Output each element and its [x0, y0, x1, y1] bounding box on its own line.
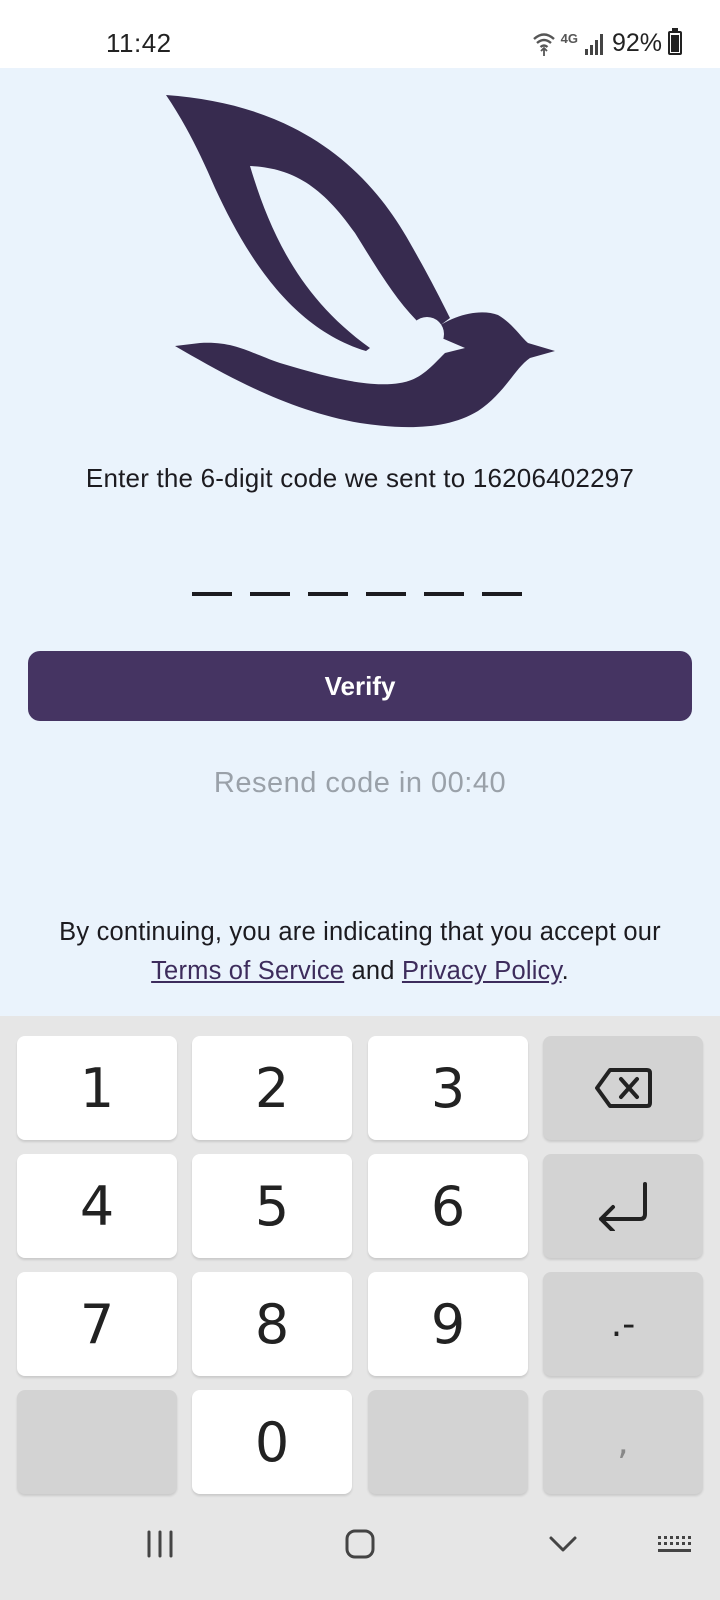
verify-button-label: Verify — [324, 670, 396, 701]
code-slot[interactable] — [366, 592, 406, 596]
code-input[interactable] — [192, 592, 522, 596]
signal-icon — [584, 34, 603, 55]
wifi-icon — [532, 33, 555, 56]
code-slot[interactable] — [424, 592, 464, 596]
navigation-bar — [0, 1494, 720, 1600]
blank-key-right — [368, 1390, 528, 1494]
back-button[interactable] — [543, 1524, 583, 1564]
dot-dash-key[interactable]: .- — [543, 1272, 703, 1376]
back-icon — [549, 1536, 577, 1552]
key-3[interactable]: 3 — [368, 1036, 528, 1140]
privacy-policy-link[interactable]: Privacy Policy — [402, 957, 562, 985]
key-7[interactable]: 7 — [17, 1272, 177, 1376]
key-0[interactable]: 0 — [192, 1390, 352, 1494]
recent-apps-icon — [147, 1530, 173, 1558]
home-button[interactable] — [340, 1524, 380, 1564]
home-icon — [345, 1529, 375, 1559]
status-time: 11:42 — [106, 28, 172, 58]
code-instruction: Enter the 6-digit code we sent to 162064… — [85, 463, 635, 493]
comma-key-label: , — [617, 1421, 629, 1463]
key-6[interactable]: 6 — [368, 1154, 528, 1258]
key-2[interactable]: 2 — [192, 1036, 352, 1140]
resend-code-countdown: Resend code in 00:40 — [213, 767, 507, 799]
code-slot[interactable] — [308, 592, 348, 596]
status-bar: 11:42 4G 92% — [0, 0, 720, 68]
key-4[interactable]: 4 — [17, 1154, 177, 1258]
code-slot[interactable] — [250, 592, 290, 596]
battery-level — [671, 35, 679, 52]
key-9[interactable]: 9 — [368, 1272, 528, 1376]
legal-suffix: . — [561, 957, 569, 985]
key-5[interactable]: 5 — [192, 1154, 352, 1258]
blank-key-left — [17, 1390, 177, 1494]
verify-button[interactable]: Verify — [28, 651, 692, 721]
battery-percent: 92% — [611, 28, 662, 57]
legal-prefix: By continuing, you are indicating that y… — [59, 918, 661, 946]
recent-apps-button[interactable] — [140, 1524, 180, 1564]
keyboard-switch-button[interactable] — [654, 1524, 694, 1564]
legal-notice: By continuing, you are indicating that y… — [0, 913, 720, 991]
comma-key[interactable]: , — [543, 1390, 703, 1494]
bird-logo-icon — [166, 95, 555, 428]
keyboard-switch-icon — [658, 1536, 691, 1552]
backspace-icon — [595, 1068, 652, 1108]
terms-of-service-link[interactable]: Terms of Service — [151, 957, 344, 985]
code-slot[interactable] — [482, 592, 522, 596]
enter-key[interactable] — [543, 1154, 703, 1258]
verification-screen: Enter the 6-digit code we sent to 162064… — [0, 68, 720, 1016]
backspace-key[interactable] — [543, 1036, 703, 1140]
key-1[interactable]: 1 — [17, 1036, 177, 1140]
legal-and: and — [351, 957, 395, 985]
dot-dash-key-label: .- — [610, 1303, 636, 1345]
code-slot[interactable] — [192, 592, 232, 596]
battery-icon — [668, 28, 682, 55]
network-type: 4G — [560, 30, 578, 46]
key-8[interactable]: 8 — [192, 1272, 352, 1376]
status-icons: 4G 92% — [532, 26, 682, 60]
enter-icon — [599, 1182, 647, 1231]
